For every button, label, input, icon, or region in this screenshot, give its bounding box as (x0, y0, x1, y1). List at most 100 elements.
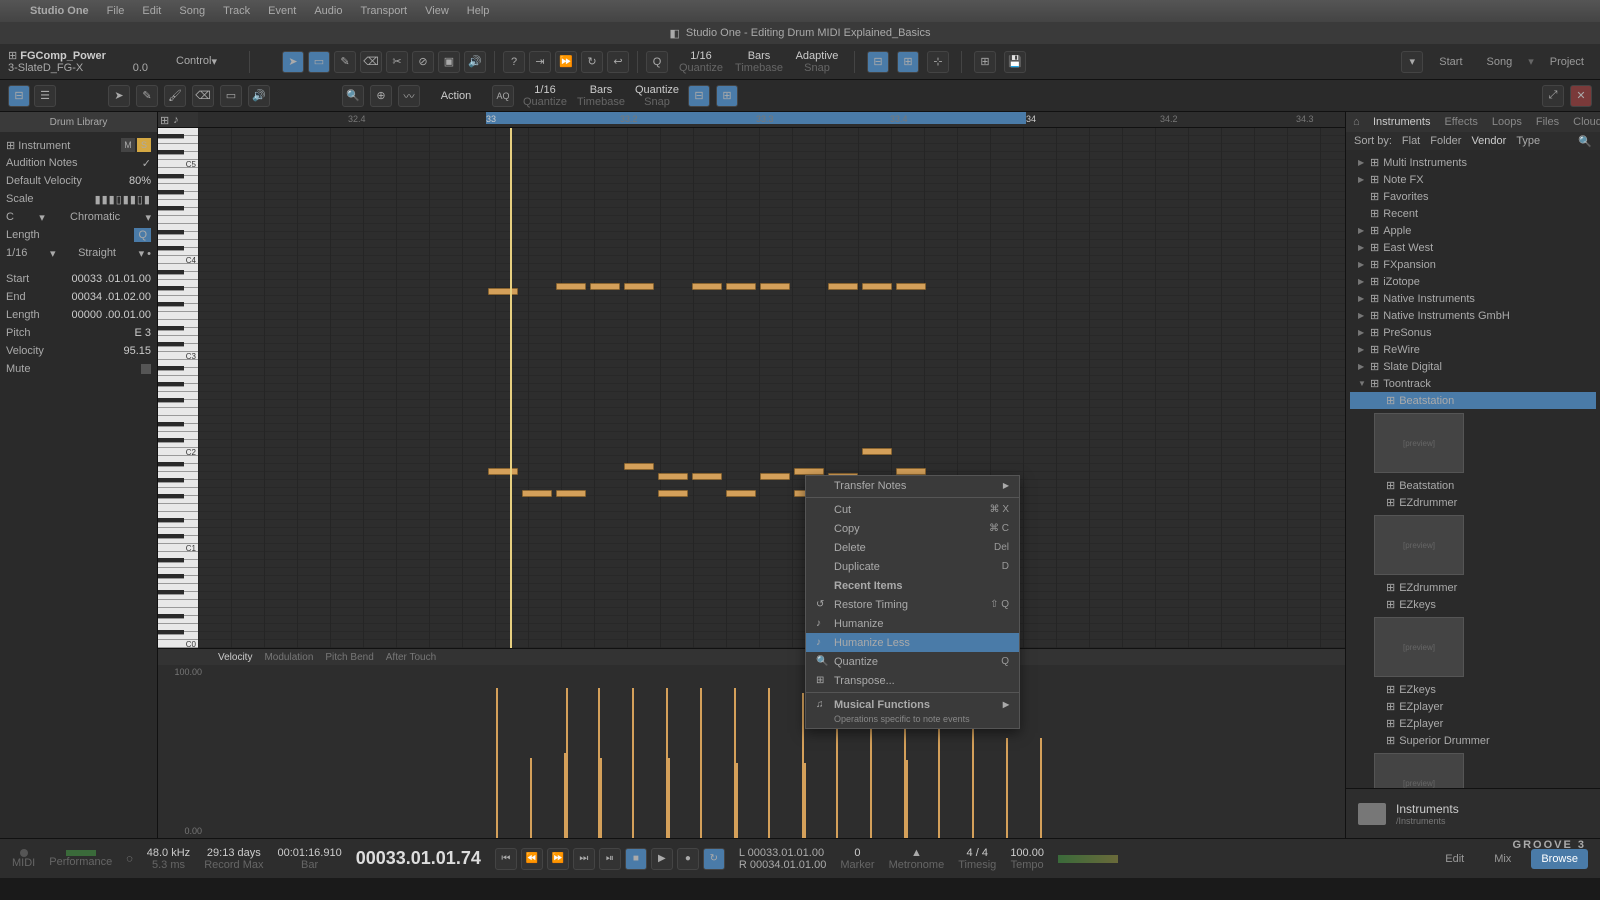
menu-track[interactable]: Track (223, 5, 250, 17)
key-mode-row[interactable]: C▾Chromatic▾ (6, 208, 151, 226)
edit-mode-button[interactable]: Edit (1435, 849, 1474, 869)
time-display[interactable]: 00:01:16.910Bar (277, 847, 341, 871)
midi-note[interactable] (658, 490, 688, 497)
velocity-bar[interactable] (632, 688, 634, 838)
midi-note[interactable] (760, 283, 790, 290)
length-detail-row[interactable]: Length00000 .00.01.00 (6, 306, 151, 324)
quantize-value[interactable]: 1/16Quantize (676, 50, 726, 74)
midi-note[interactable] (556, 283, 586, 290)
listen-tool-button[interactable]: 🔊 (464, 51, 486, 73)
mute-tool-button[interactable]: ⊘ (412, 51, 434, 73)
midi-note[interactable] (658, 473, 688, 480)
velocity-bar[interactable] (600, 758, 602, 838)
loop-range-display[interactable]: L 00033.01.01.00 R 00034.01.01.00 (739, 847, 826, 871)
ed-wave-button[interactable]: 〰 (398, 85, 420, 107)
save-button[interactable]: 💾 (1004, 51, 1026, 73)
tree-item[interactable]: ▼⊞Toontrack (1350, 375, 1596, 392)
modulation-tab[interactable]: Modulation (264, 652, 313, 663)
piano-keyboard[interactable]: C5C4C3C2C1C0 (158, 128, 198, 648)
sort-folder[interactable]: Folder (1430, 135, 1461, 147)
midi-note[interactable] (522, 490, 552, 497)
end-row[interactable]: End00034 .01.02.00 (6, 288, 151, 306)
ed-arrow-tool[interactable]: ➤ (108, 85, 130, 107)
note-grid[interactable] (198, 128, 1345, 648)
tree-item[interactable]: ▶⊞East West (1350, 239, 1596, 256)
midi-note[interactable] (692, 473, 722, 480)
scale-row[interactable]: Scale▮▮▮▯▮▮▯▮ (6, 190, 151, 208)
record-button[interactable]: ● (677, 848, 699, 870)
length-header-row[interactable]: LengthQ (6, 226, 151, 244)
menu-file[interactable]: File (107, 5, 125, 17)
tree-item[interactable]: ⊞EZkeys (1350, 681, 1596, 698)
tree-item[interactable]: ▶⊞Note FX (1350, 171, 1596, 188)
tab-files[interactable]: Files (1529, 116, 1566, 128)
mute-button[interactable]: M (121, 138, 135, 152)
tree-item[interactable]: ▶⊞Slate Digital (1350, 358, 1596, 375)
control-dropdown[interactable]: Control ▾ (156, 55, 237, 68)
tree-item[interactable]: ▶⊞Apple (1350, 222, 1596, 239)
back-button[interactable]: ⏪ (521, 848, 543, 870)
ctx-humanize[interactable]: ♪Humanize (806, 614, 1019, 633)
collapse-button[interactable]: ▾ (1401, 51, 1423, 73)
tree-item[interactable]: ⊞Recent (1350, 205, 1596, 222)
velocity-bar[interactable] (768, 688, 770, 838)
marker-display[interactable]: 0Marker (840, 847, 874, 871)
ed-quantize[interactable]: 1/16Quantize (520, 84, 570, 108)
pitch-row[interactable]: PitchE 3 (6, 324, 151, 342)
mute-row[interactable]: Mute (6, 360, 151, 378)
midi-note[interactable] (556, 490, 586, 497)
rewind-button[interactable]: ⏮ (495, 848, 517, 870)
midi-note[interactable] (624, 463, 654, 470)
note-velocity-row[interactable]: Velocity95.15 (6, 342, 151, 360)
menu-audio[interactable]: Audio (314, 5, 342, 17)
stop-button[interactable]: ■ (625, 848, 647, 870)
forward-button[interactable]: ⏩ (547, 848, 569, 870)
ruler-icon-2[interactable]: ♪ (173, 114, 179, 125)
knife-tool-button[interactable]: ✂ (386, 51, 408, 73)
playhead[interactable] (510, 128, 512, 648)
ctx-transpose[interactable]: ⊞Transpose... (806, 671, 1019, 690)
ctx-quantize[interactable]: 🔍QuantizeQ (806, 652, 1019, 671)
search-icon[interactable]: 🔍 (1578, 135, 1592, 148)
tree-item[interactable]: ▶⊞Multi Instruments (1350, 154, 1596, 171)
loop-button[interactable]: ↻ (581, 51, 603, 73)
solo-button[interactable]: S (137, 138, 151, 152)
range-tool-button[interactable]: ▭ (308, 51, 330, 73)
velocity-bar[interactable] (736, 763, 738, 838)
velocity-bar[interactable] (668, 758, 670, 838)
ctx-humanize-less[interactable]: ♪Humanize Less (806, 633, 1019, 652)
arrow-tool-button[interactable]: ➤ (282, 51, 304, 73)
ctx-cut[interactable]: Cut⌘ X (806, 500, 1019, 519)
snap-toggle-3[interactable]: ⊹ (927, 51, 949, 73)
draw-tool-button[interactable]: ▣ (438, 51, 460, 73)
preset-selector[interactable]: ⊞ FGComp_Power 3-SlateD_FG-X0.0 (8, 49, 148, 74)
drum-library-header[interactable]: Drum Library (0, 112, 157, 132)
browser-home-icon[interactable]: ⌂ (1346, 116, 1366, 128)
midi-note[interactable] (760, 473, 790, 480)
midi-note[interactable] (794, 468, 824, 475)
ed-paint-tool[interactable]: 🖌 (164, 85, 186, 107)
tree-item[interactable]: ⊞Beatstation (1350, 392, 1596, 409)
tree-item[interactable]: ⊞EZdrummer (1350, 494, 1596, 511)
midi-note[interactable] (828, 283, 858, 290)
midi-note[interactable] (692, 283, 722, 290)
velocity-bar[interactable] (700, 688, 702, 838)
midi-note[interactable] (862, 448, 892, 455)
inspector-toggle[interactable]: ⊟ (8, 85, 30, 107)
menu-transport[interactable]: Transport (360, 5, 407, 17)
list-toggle[interactable]: ☰ (34, 85, 56, 107)
end-button[interactable]: ⏯ (599, 848, 621, 870)
ctx-copy[interactable]: Copy⌘ C (806, 519, 1019, 538)
midi-note[interactable] (896, 468, 926, 475)
velocity-bar[interactable] (496, 688, 498, 838)
ed-action-dropdown[interactable]: Action (426, 90, 486, 102)
tree-item[interactable]: ▶⊞PreSonus (1350, 324, 1596, 341)
ed-pencil-tool[interactable]: ✎ (136, 85, 158, 107)
tree-item[interactable]: ⊞Beatstation (1350, 477, 1596, 494)
plugin-thumbnail[interactable]: [preview] (1374, 413, 1464, 473)
ctx-transfer-notes[interactable]: Transfer Notes▶ (806, 476, 1019, 495)
tree-item[interactable]: ▶⊞FXpansion (1350, 256, 1596, 273)
midi-note[interactable] (488, 288, 518, 295)
tree-item[interactable]: ⊞Superior Drummer (1350, 732, 1596, 749)
menu-edit[interactable]: Edit (142, 5, 161, 17)
